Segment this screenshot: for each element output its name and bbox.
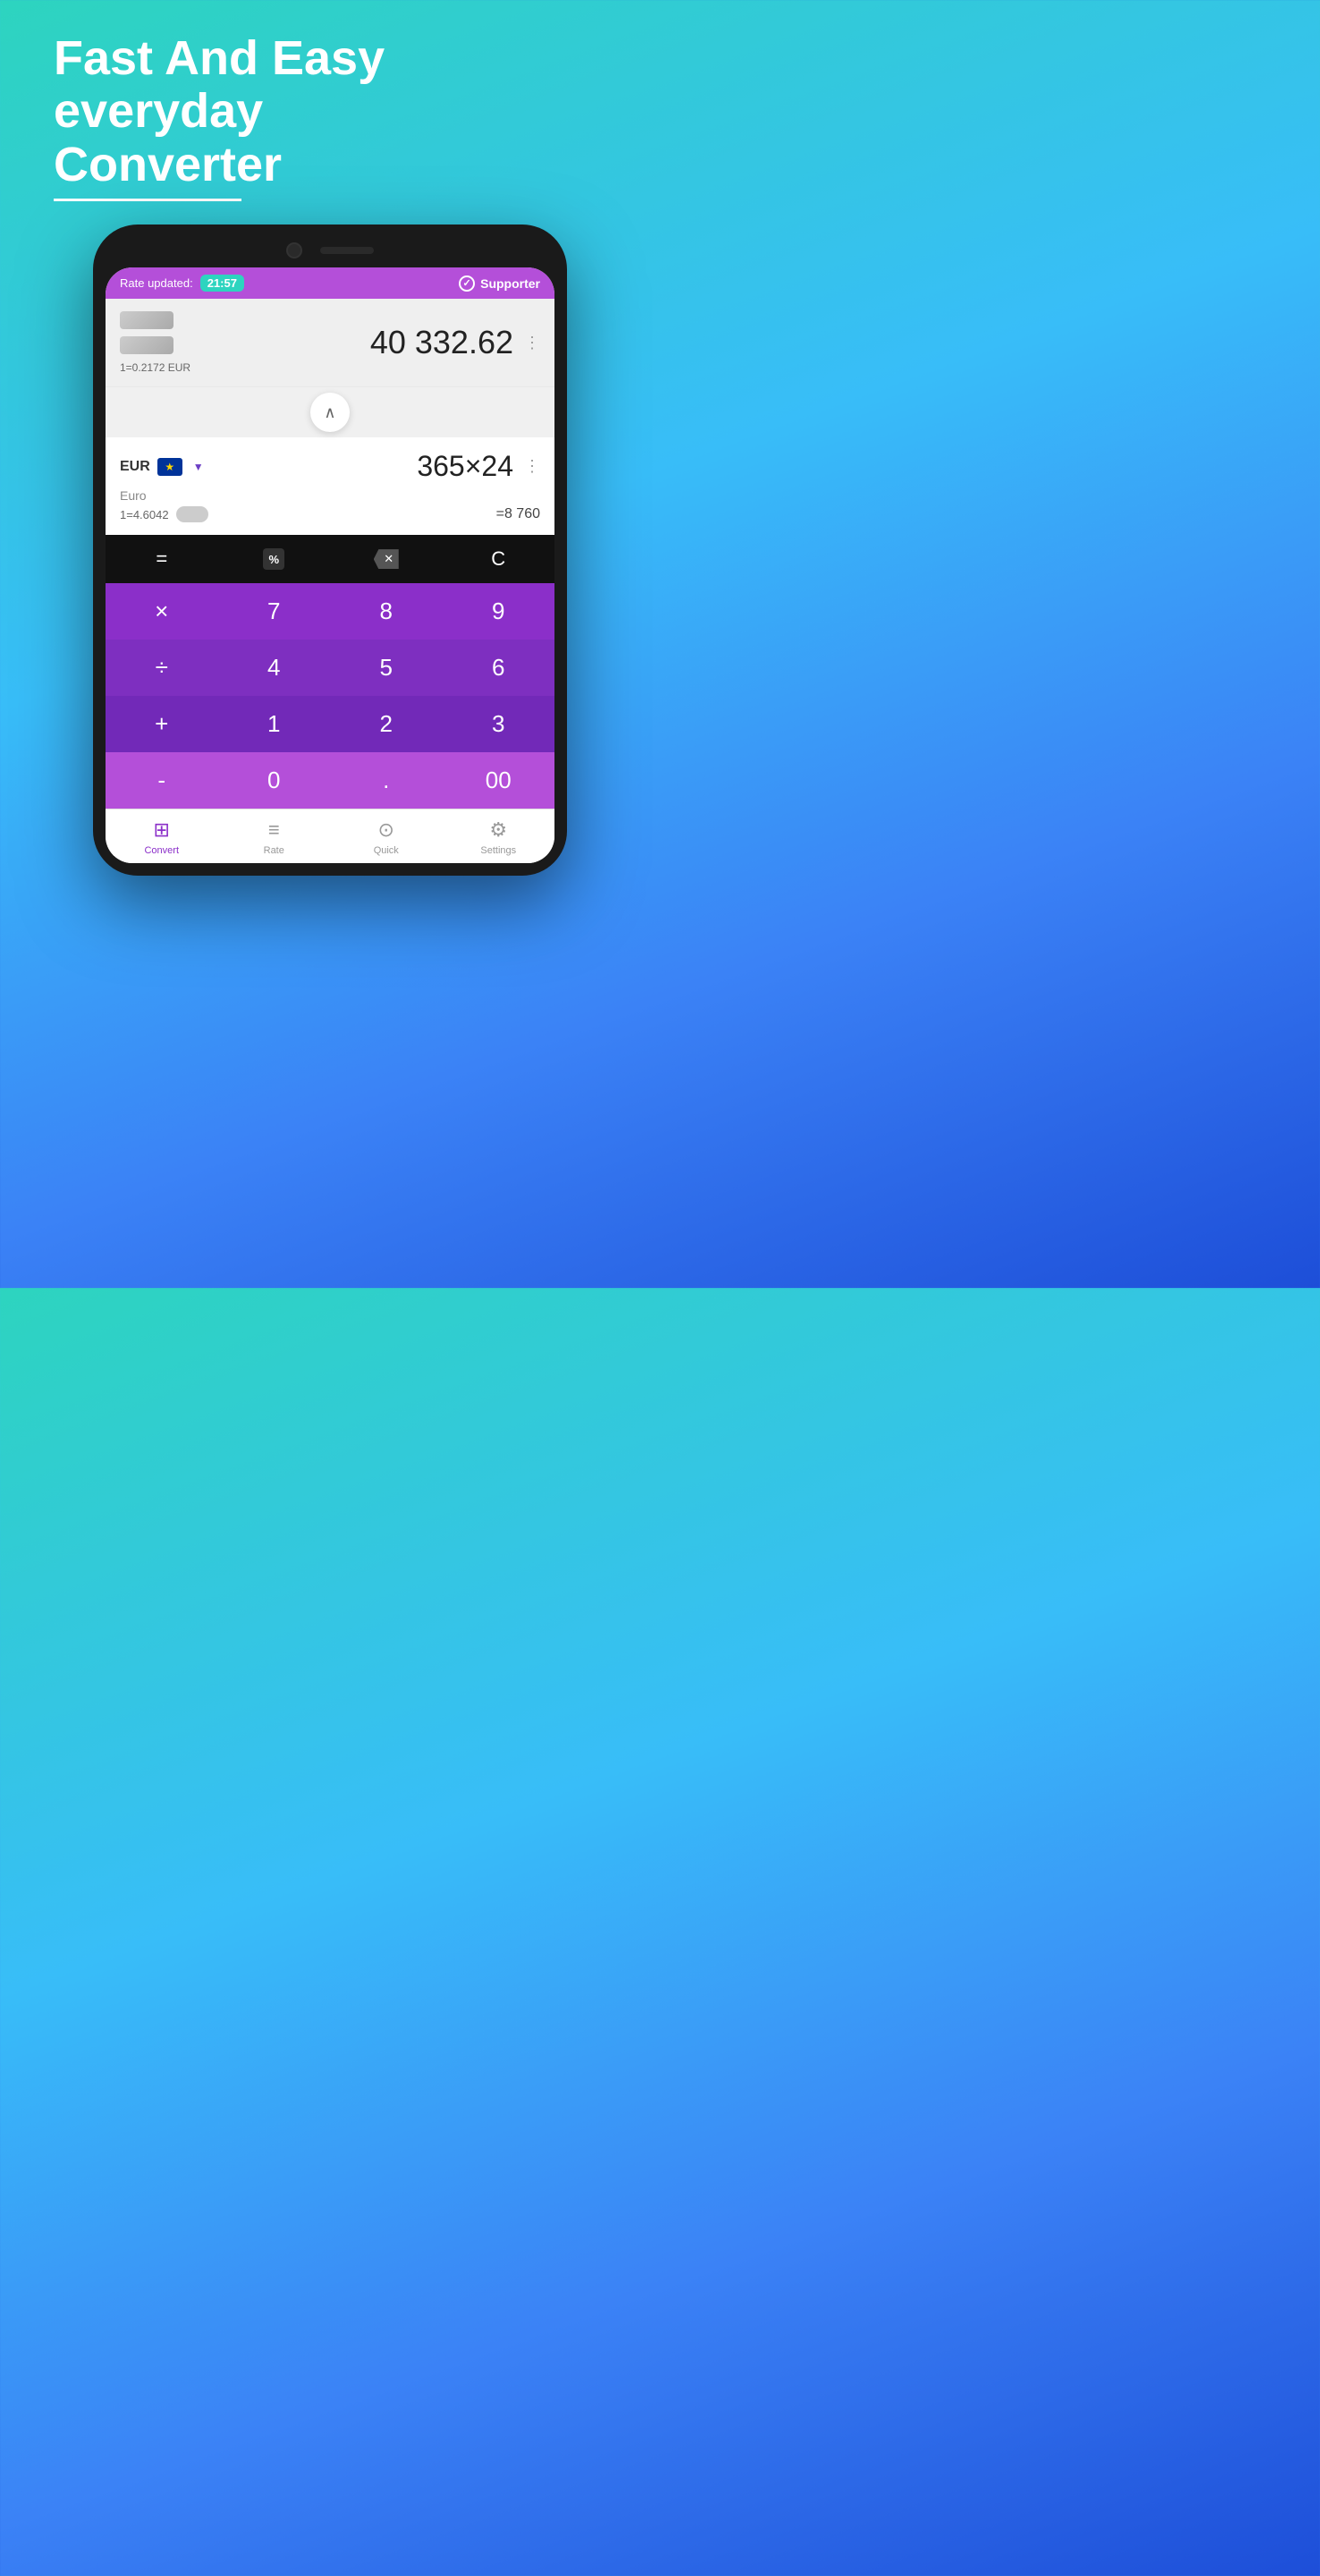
time-badge: 21:57	[200, 275, 244, 292]
nav-rate[interactable]: ≡ Rate	[218, 809, 331, 863]
check-circle-icon: ✓	[459, 275, 475, 292]
equals-button[interactable]: =	[106, 535, 218, 583]
backspace-button[interactable]: ✕	[330, 535, 443, 583]
nav-settings[interactable]: ⚙ Settings	[443, 809, 555, 863]
eur-right: 365×24 ⋮	[417, 450, 540, 483]
status-bar: Rate updated: 21:57 ✓ Supporter	[106, 267, 554, 299]
num3-button[interactable]: 3	[443, 696, 555, 752]
swap-button[interactable]: ∧	[310, 393, 350, 432]
top-currency-right: 40 332.62 ⋮	[370, 324, 540, 361]
rate-icon: ≡	[268, 818, 280, 842]
top-flag-placeholder	[120, 311, 173, 329]
percent-button[interactable]: %	[218, 535, 331, 583]
rate-updated-label: Rate updated:	[120, 276, 193, 290]
eur-bottom: Euro 1=4.6042 =8 760	[120, 487, 540, 522]
top-flag-placeholder-2	[120, 336, 173, 354]
eur-rate-value: 1=4.6042	[120, 508, 169, 521]
top-currency-rate: 1=0.2172 EUR	[120, 361, 190, 374]
multiply-button[interactable]: ×	[106, 583, 218, 640]
quick-label: Quick	[374, 845, 399, 856]
top-currency-value: 40 332.62	[370, 324, 513, 361]
hero-underline	[54, 199, 241, 201]
eur-dropdown-arrow[interactable]: ▼	[193, 461, 204, 473]
swap-area: ∧	[106, 387, 554, 437]
convert-icon: ⊞	[154, 818, 170, 842]
hero-line1: Fast And Easy	[54, 32, 606, 85]
num1-button[interactable]: 1	[218, 696, 331, 752]
numpad: × 7 8 9 ÷ 4 5 6 + 1 2 3 - 0 . 00	[106, 583, 554, 809]
decimal-button[interactable]: .	[330, 752, 443, 809]
backspace-icon: ✕	[374, 549, 399, 569]
eur-result: =8 760	[496, 506, 540, 522]
num7-button[interactable]: 7	[218, 583, 331, 640]
eur-more-icon[interactable]: ⋮	[524, 457, 540, 476]
top-currency-row[interactable]: 1=0.2172 EUR 40 332.62 ⋮	[106, 299, 554, 387]
double-zero-button[interactable]: 00	[443, 752, 555, 809]
eur-top: EUR ★ ▼ 365×24 ⋮	[120, 450, 540, 483]
divide-button[interactable]: ÷	[106, 640, 218, 696]
phone-mockup: Rate updated: 21:57 ✓ Supporter 1=0.2172…	[93, 225, 567, 876]
top-more-icon[interactable]: ⋮	[524, 334, 540, 352]
num8-button[interactable]: 8	[330, 583, 443, 640]
eur-left: EUR ★ ▼	[120, 458, 204, 476]
hero-section: Fast And Easy everyday Converter	[0, 0, 660, 210]
nav-quick[interactable]: ⊙ Quick	[330, 809, 443, 863]
phone-screen: Rate updated: 21:57 ✓ Supporter 1=0.2172…	[106, 267, 554, 863]
quick-icon: ⊙	[378, 818, 394, 842]
num0-button[interactable]: 0	[218, 752, 331, 809]
eu-flag-icon: ★	[157, 458, 182, 476]
eur-name-label: Euro	[120, 488, 208, 503]
clear-button[interactable]: C	[443, 535, 555, 583]
num5-button[interactable]: 5	[330, 640, 443, 696]
hero-line2: everyday	[54, 85, 606, 138]
supporter-label: Supporter	[480, 276, 540, 291]
num6-button[interactable]: 6	[443, 640, 555, 696]
convert-label: Convert	[144, 845, 179, 856]
percent-icon: %	[263, 548, 284, 570]
eur-info: EUR ★ ▼	[120, 458, 204, 476]
settings-label: Settings	[480, 845, 516, 856]
eur-expression: 365×24	[417, 450, 513, 483]
eur-code-label: EUR	[120, 459, 150, 475]
rate-label: Rate	[264, 845, 284, 856]
rate-toggle[interactable]	[176, 506, 208, 522]
num4-button[interactable]: 4	[218, 640, 331, 696]
settings-icon: ⚙	[489, 818, 507, 842]
num9-button[interactable]: 9	[443, 583, 555, 640]
nav-convert[interactable]: ⊞ Convert	[106, 809, 218, 863]
operator-row: = % ✕ C	[106, 535, 554, 583]
phone-camera	[286, 242, 302, 258]
plus-button[interactable]: +	[106, 696, 218, 752]
hero-line3: Converter	[54, 139, 606, 191]
eur-rate: 1=4.6042	[120, 506, 208, 522]
rate-updated-area: Rate updated: 21:57	[120, 275, 244, 292]
bottom-nav: ⊞ Convert ≡ Rate ⊙ Quick ⚙ Settings	[106, 809, 554, 863]
phone-speaker	[320, 247, 374, 254]
phone-notch	[106, 242, 554, 258]
eur-currency-row[interactable]: EUR ★ ▼ 365×24 ⋮ Euro 1=4.6042	[106, 437, 554, 535]
top-currency-left: 1=0.2172 EUR	[120, 311, 190, 374]
minus-button[interactable]: -	[106, 752, 218, 809]
supporter-badge[interactable]: ✓ Supporter	[459, 275, 540, 292]
num2-button[interactable]: 2	[330, 696, 443, 752]
